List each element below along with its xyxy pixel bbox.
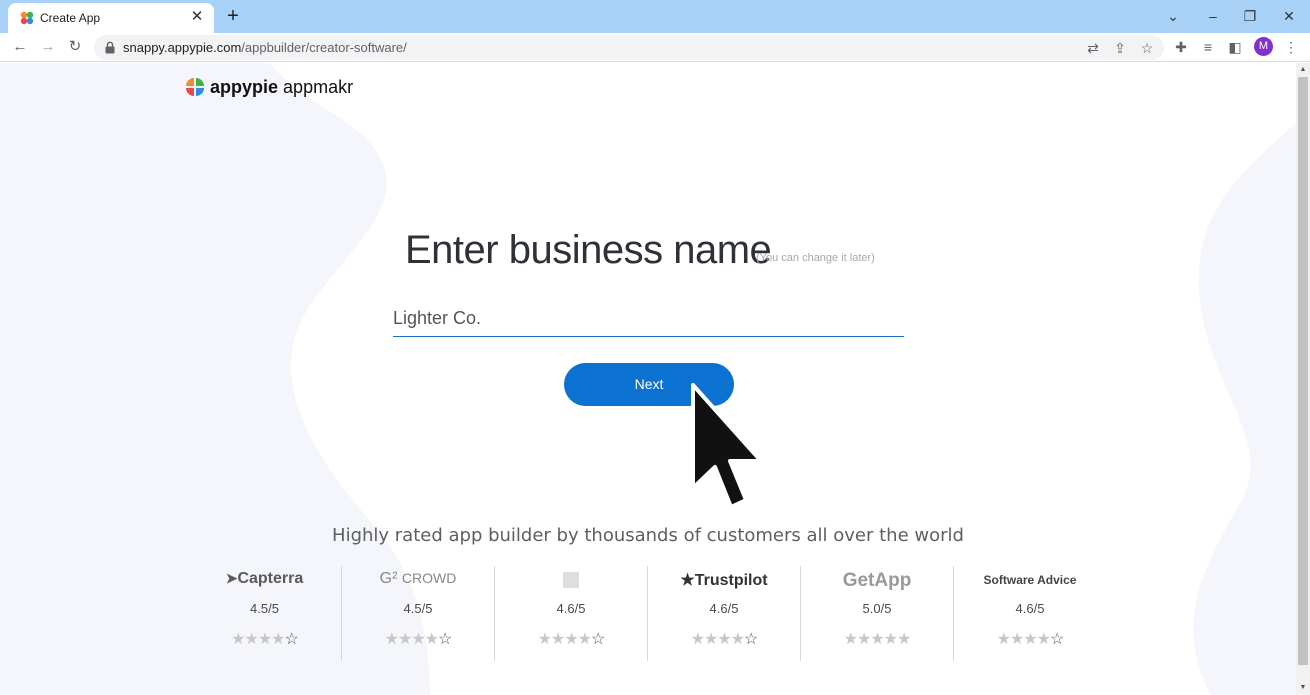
g2crowd-name: CROWD — [401, 570, 457, 586]
logo-brand: appypie — [210, 77, 279, 97]
scroll-down-arrow-icon[interactable]: ▼ — [1296, 681, 1310, 695]
trustpilot-logo: ★Trustpilot — [648, 570, 800, 592]
capterra-arrow-icon: ➤ — [225, 570, 238, 586]
rating-score: 4.6/5 — [709, 601, 739, 616]
reading-list-icon[interactable]: ≡ — [1199, 38, 1217, 56]
url-text: snappy.appypie.com/appbuilder/creator-so… — [123, 40, 407, 55]
back-icon[interactable]: ← — [10, 37, 30, 57]
rating-unknown: 4.6/5 ★★★★☆ — [494, 566, 647, 661]
business-name-input[interactable] — [393, 301, 904, 337]
reload-icon[interactable]: ↻ — [65, 37, 85, 57]
scroll-up-arrow-icon[interactable]: ▲ — [1296, 63, 1310, 77]
tab-title: Create App — [40, 11, 101, 25]
tab-strip: Create App ✕ + ⌄ – ❐ ✕ — [0, 0, 1310, 33]
close-window-icon[interactable]: ✕ — [1279, 6, 1299, 26]
page-viewport: appypie appmakr Enter business name (You… — [0, 63, 1296, 695]
stars-text: ★★★★☆ — [996, 631, 1065, 648]
lock-icon — [105, 41, 115, 54]
rating-stars: ★★★★☆ — [495, 629, 647, 649]
logo-text: appypie appmakr — [210, 77, 353, 98]
capterra-name: Capterra — [237, 570, 304, 587]
forward-icon[interactable]: → — [38, 37, 58, 57]
rating-stars: ★★★★☆ — [954, 629, 1106, 649]
rating-stars: ★★★★★ — [801, 629, 953, 649]
menu-kebab-icon[interactable]: ⋮ — [1282, 38, 1300, 56]
rating-capterra: ➤Capterra 4.5/5 ★★★★☆ — [188, 566, 341, 661]
mouse-cursor-icon — [691, 383, 763, 509]
side-panel-icon[interactable]: ◧ — [1226, 38, 1244, 56]
rating-score: 4.6/5 — [556, 601, 586, 616]
url-host: snappy.appypie.com — [123, 40, 242, 55]
rating-score: 5.0/5 — [862, 601, 892, 616]
translate-icon[interactable]: ⇄ — [1084, 39, 1102, 57]
profile-avatar[interactable]: M — [1254, 37, 1273, 56]
stars-text: ★★★★☆ — [537, 631, 606, 648]
bookmark-star-icon[interactable]: ☆ — [1138, 39, 1156, 57]
new-tab-icon[interactable]: + — [222, 5, 244, 27]
getapp-logo: GetApp — [801, 570, 953, 592]
software-advice-name: Software Advice — [983, 573, 1077, 587]
rating-score: 4.5/5 — [250, 601, 279, 616]
tab-create-app[interactable]: Create App ✕ — [8, 3, 214, 33]
browser-toolbar: ← → ↻ snappy.appypie.com/appbuilder/crea… — [0, 33, 1310, 62]
appypie-favicon-icon — [20, 11, 34, 25]
tab-search-icon[interactable]: ⌄ — [1163, 6, 1183, 26]
vertical-scrollbar[interactable]: ▲ ▼ — [1296, 63, 1310, 695]
url-path: /appbuilder/creator-software/ — [241, 40, 407, 55]
stars-text: ★★★★☆ — [690, 631, 759, 648]
trustpilot-name: Trustpilot — [694, 572, 768, 589]
g2-logo-icon: G² — [379, 570, 398, 587]
heading-note: (You can change it later) — [756, 252, 875, 264]
restore-icon[interactable]: ❐ — [1240, 6, 1260, 26]
scrollbar-thumb[interactable] — [1298, 77, 1308, 665]
trustpilot-star-icon: ★ — [680, 572, 695, 589]
rating-score: 4.6/5 — [1015, 601, 1045, 616]
rating-getapp: GetApp 5.0/5 ★★★★★ — [800, 566, 953, 661]
page-title: Enter business name — [405, 228, 772, 272]
tagline: Highly rated app builder by thousands of… — [332, 525, 964, 546]
placeholder-logo-icon — [495, 570, 647, 592]
stars-text: ★★★★★ — [843, 631, 912, 648]
software-advice-logo: Software Advice — [954, 570, 1106, 592]
g2crowd-logo: G² CROWD — [342, 570, 494, 592]
rating-score: 4.5/5 — [403, 601, 433, 616]
getapp-name: GetApp — [842, 570, 912, 591]
share-icon[interactable]: ⇪ — [1111, 39, 1129, 57]
address-bar[interactable]: snappy.appypie.com/appbuilder/creator-so… — [94, 35, 1164, 60]
rating-g2crowd: G² CROWD 4.5/5 ★★★★☆ — [341, 566, 494, 661]
rating-stars: ★★★★☆ — [188, 629, 341, 649]
ratings-strip: ➤Capterra 4.5/5 ★★★★☆ G² CROWD 4.5/5 ★★★… — [188, 566, 1108, 661]
tab-close-icon[interactable]: ✕ — [188, 8, 206, 26]
minimize-icon[interactable]: – — [1203, 6, 1223, 26]
rating-trustpilot: ★Trustpilot 4.6/5 ★★★★☆ — [647, 566, 800, 661]
capterra-logo: ➤Capterra — [188, 570, 341, 592]
stars-text: ★★★★☆ — [384, 631, 453, 648]
rating-stars: ★★★★☆ — [648, 629, 800, 649]
stars-text: ★★★★☆ — [231, 631, 299, 648]
logo-product: appmakr — [283, 77, 354, 97]
rating-stars: ★★★★☆ — [342, 629, 494, 649]
extensions-icon[interactable]: ✚ — [1172, 38, 1190, 56]
appypie-logo-icon — [186, 78, 204, 96]
rating-software-advice: Software Advice 4.6/5 ★★★★☆ — [953, 566, 1106, 661]
